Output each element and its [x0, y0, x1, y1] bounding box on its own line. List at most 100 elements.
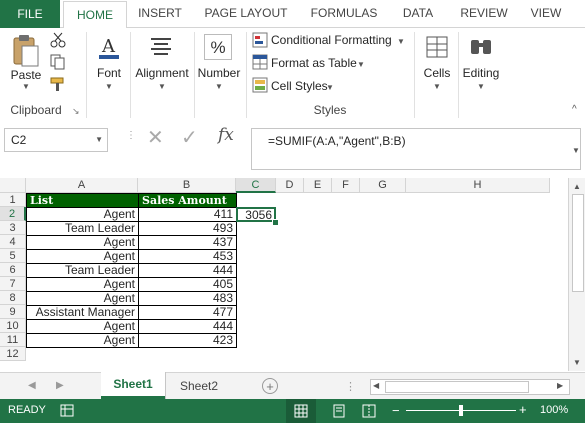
- cells-label[interactable]: Cells: [418, 66, 456, 80]
- scroll-down-icon[interactable]: ▼: [573, 358, 581, 367]
- column-header-h[interactable]: H: [406, 178, 550, 193]
- tab-insert[interactable]: INSERT: [132, 0, 188, 27]
- table-cell[interactable]: 477: [138, 305, 237, 320]
- row-header[interactable]: 11: [0, 333, 26, 347]
- normal-view-button[interactable]: [286, 399, 316, 423]
- tab-file[interactable]: FILE: [0, 0, 60, 28]
- tab-page-layout[interactable]: PAGE LAYOUT: [196, 0, 296, 27]
- paste-label[interactable]: Paste: [6, 68, 46, 82]
- chevron-down-icon[interactable]: ▼: [397, 37, 405, 46]
- scroll-left-icon[interactable]: ◀: [373, 381, 379, 390]
- row-header[interactable]: 10: [0, 319, 26, 333]
- binoculars-icon[interactable]: [468, 34, 494, 60]
- copy-icon[interactable]: [50, 54, 66, 70]
- name-box[interactable]: C2 ▼: [4, 128, 108, 152]
- cell-styles-button[interactable]: Cell Styles: [271, 79, 328, 93]
- percent-icon[interactable]: %: [204, 34, 232, 60]
- row-header[interactable]: 6: [0, 263, 26, 277]
- row-header[interactable]: 2: [0, 207, 26, 221]
- chevron-down-icon[interactable]: ▼: [99, 82, 119, 91]
- chevron-down-icon[interactable]: ▼: [95, 129, 103, 151]
- column-header-a[interactable]: A: [26, 178, 138, 193]
- tab-data[interactable]: DATA: [393, 0, 443, 27]
- row-header[interactable]: 12: [0, 347, 26, 361]
- conditional-formatting-button[interactable]: Conditional Formatting: [271, 33, 392, 47]
- page-break-view-button[interactable]: [362, 404, 376, 421]
- table-cell[interactable]: Team Leader: [26, 263, 139, 278]
- chevron-down-icon[interactable]: ▼: [209, 82, 229, 91]
- column-header-d[interactable]: D: [276, 178, 304, 193]
- number-label[interactable]: Number: [196, 66, 242, 80]
- table-cell[interactable]: Agent: [26, 333, 139, 348]
- zoom-slider-thumb[interactable]: [459, 405, 463, 416]
- table-cell[interactable]: 405: [138, 277, 237, 292]
- scroll-up-icon[interactable]: ▲: [573, 182, 581, 191]
- alignment-label[interactable]: Alignment: [132, 66, 192, 80]
- row-header[interactable]: 5: [0, 249, 26, 263]
- chevron-down-icon[interactable]: ▼: [427, 82, 447, 91]
- insert-function-icon[interactable]: fx: [218, 125, 234, 145]
- collapse-ribbon-icon[interactable]: ^: [572, 104, 577, 115]
- zoom-out-icon[interactable]: −: [392, 403, 400, 418]
- editing-label[interactable]: Editing: [460, 66, 502, 80]
- format-as-table-icon[interactable]: [252, 54, 268, 70]
- selected-cell-c2[interactable]: 3056: [236, 207, 276, 222]
- macro-record-icon[interactable]: [60, 404, 74, 417]
- chevron-down-icon[interactable]: ▼: [16, 82, 36, 91]
- table-cell[interactable]: Agent: [26, 291, 139, 306]
- table-cell[interactable]: Agent: [26, 319, 139, 334]
- font-label[interactable]: Font: [90, 66, 128, 80]
- dialog-launcher-icon[interactable]: ↘: [72, 106, 80, 117]
- table-cell[interactable]: 453: [138, 249, 237, 264]
- cut-icon[interactable]: [50, 32, 66, 48]
- tab-formulas[interactable]: FORMULAS: [304, 0, 384, 27]
- table-cell[interactable]: Agent: [26, 277, 139, 292]
- alignment-icon[interactable]: [148, 34, 174, 60]
- page-layout-view-button[interactable]: [332, 404, 346, 421]
- row-header[interactable]: 7: [0, 277, 26, 291]
- zoom-in-icon[interactable]: +: [519, 402, 527, 417]
- zoom-level[interactable]: 100%: [540, 404, 568, 416]
- table-cell[interactable]: 437: [138, 235, 237, 250]
- row-header[interactable]: 8: [0, 291, 26, 305]
- next-sheet-icon[interactable]: ▶: [56, 380, 64, 391]
- format-painter-icon[interactable]: [50, 76, 66, 92]
- cell-styles-icon[interactable]: [252, 77, 268, 93]
- tab-review[interactable]: REVIEW: [452, 0, 516, 27]
- column-header-e[interactable]: E: [304, 178, 332, 193]
- chevron-down-icon[interactable]: ▼: [152, 82, 172, 91]
- column-header-b[interactable]: B: [138, 178, 236, 193]
- enter-icon[interactable]: ✓: [181, 126, 201, 150]
- tab-view[interactable]: VIEW: [524, 0, 568, 27]
- horizontal-scrollbar[interactable]: ◀ ▶: [370, 379, 570, 395]
- sheet-tab-sheet1[interactable]: Sheet1: [101, 372, 165, 399]
- cells-icon[interactable]: [424, 34, 450, 60]
- chevron-down-icon[interactable]: ▼: [471, 82, 491, 91]
- table-cell[interactable]: 411: [138, 207, 237, 222]
- paste-icon[interactable]: [10, 34, 42, 68]
- column-header-c[interactable]: C: [236, 178, 276, 193]
- column-header-f[interactable]: F: [332, 178, 360, 193]
- row-header[interactable]: 4: [0, 235, 26, 249]
- table-cell[interactable]: 444: [138, 263, 237, 278]
- chevron-down-icon[interactable]: ▼: [326, 83, 334, 92]
- vertical-scrollbar[interactable]: ▲ ▼: [568, 178, 585, 371]
- scroll-thumb[interactable]: [572, 194, 584, 292]
- row-header[interactable]: 9: [0, 305, 26, 319]
- table-header-list[interactable]: List: [26, 193, 139, 208]
- table-cell[interactable]: Agent: [26, 235, 139, 250]
- table-cell[interactable]: 483: [138, 291, 237, 306]
- scroll-right-icon[interactable]: ▶: [557, 381, 563, 390]
- formula-input[interactable]: =SUMIF(A:A,"Agent",B:B): [251, 128, 581, 170]
- fill-handle[interactable]: [272, 219, 279, 226]
- row-header[interactable]: 3: [0, 221, 26, 235]
- chevron-down-icon[interactable]: ▼: [572, 146, 580, 155]
- format-as-table-button[interactable]: Format as Table: [271, 56, 357, 70]
- row-header[interactable]: 1: [0, 193, 26, 207]
- new-sheet-icon[interactable]: +: [262, 378, 278, 394]
- table-header-sales-amount[interactable]: Sales Amount: [138, 193, 237, 208]
- table-cell[interactable]: Agent: [26, 207, 139, 222]
- sheet-tab-sheet2[interactable]: Sheet2: [168, 373, 230, 399]
- table-cell[interactable]: 423: [138, 333, 237, 348]
- tab-home[interactable]: HOME: [63, 1, 127, 29]
